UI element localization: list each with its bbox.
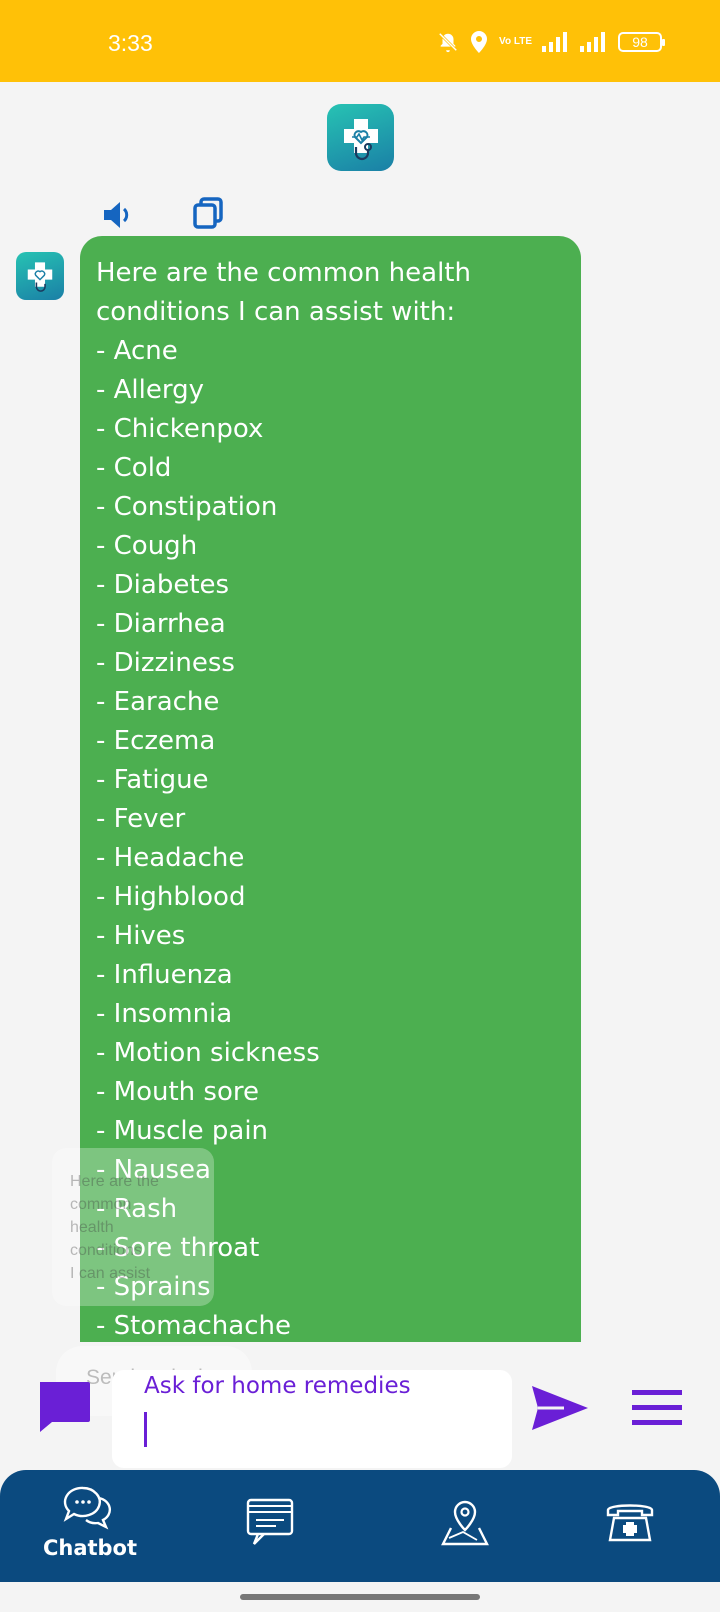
text-caret — [144, 1412, 147, 1447]
signal-icon-2 — [580, 32, 605, 52]
map-pin-icon — [441, 1500, 489, 1546]
bot-avatar — [16, 252, 64, 300]
message-list-icon — [246, 1498, 294, 1545]
status-time: 3:33 — [108, 30, 153, 56]
stethoscope-heart-icon — [343, 118, 378, 160]
app-logo — [327, 104, 394, 171]
volte-indicator: Vo LTE — [499, 36, 532, 47]
copy-icon — [193, 197, 223, 229]
bottom-navigation: Chatbot — [0, 1470, 720, 1582]
signal-icon-1 — [542, 32, 567, 52]
message-preview-card: Here are the common health conditions I … — [52, 1148, 214, 1306]
send-button[interactable] — [530, 1384, 590, 1436]
send-icon — [532, 1386, 588, 1430]
home-indicator[interactable] — [240, 1594, 480, 1600]
message-input-placeholder: Ask for home remedies — [144, 1373, 411, 1399]
status-icons: Vo LTE 98 — [437, 30, 665, 54]
chat-bubbles-icon — [63, 1486, 112, 1530]
nav-chatbot-label: Chatbot — [42, 1536, 138, 1560]
chat-bubble-icon — [40, 1382, 90, 1432]
nav-emergency-call[interactable] — [570, 1498, 690, 1546]
nav-map[interactable] — [405, 1498, 525, 1548]
mute-bell-icon — [438, 32, 458, 53]
chat-bubble-button[interactable] — [36, 1380, 92, 1438]
location-icon — [471, 31, 488, 53]
status-bar: 3:33 Vo LTE 98 — [0, 0, 720, 82]
battery-indicator: 98 — [618, 32, 665, 52]
nav-chatbot[interactable]: Chatbot — [30, 1484, 150, 1560]
message-input[interactable]: Ask for home remedies — [112, 1370, 512, 1468]
message-preview-text: Here are the common health conditions I … — [70, 1173, 159, 1282]
menu-button[interactable] — [632, 1390, 682, 1430]
hamburger-menu-icon — [632, 1390, 682, 1425]
emergency-phone-icon — [606, 1504, 654, 1542]
copy-button[interactable] — [192, 196, 224, 234]
stethoscope-heart-icon — [27, 262, 53, 292]
speaker-button[interactable] — [102, 200, 134, 234]
nav-messages[interactable] — [210, 1498, 330, 1548]
speaker-icon — [104, 202, 129, 228]
